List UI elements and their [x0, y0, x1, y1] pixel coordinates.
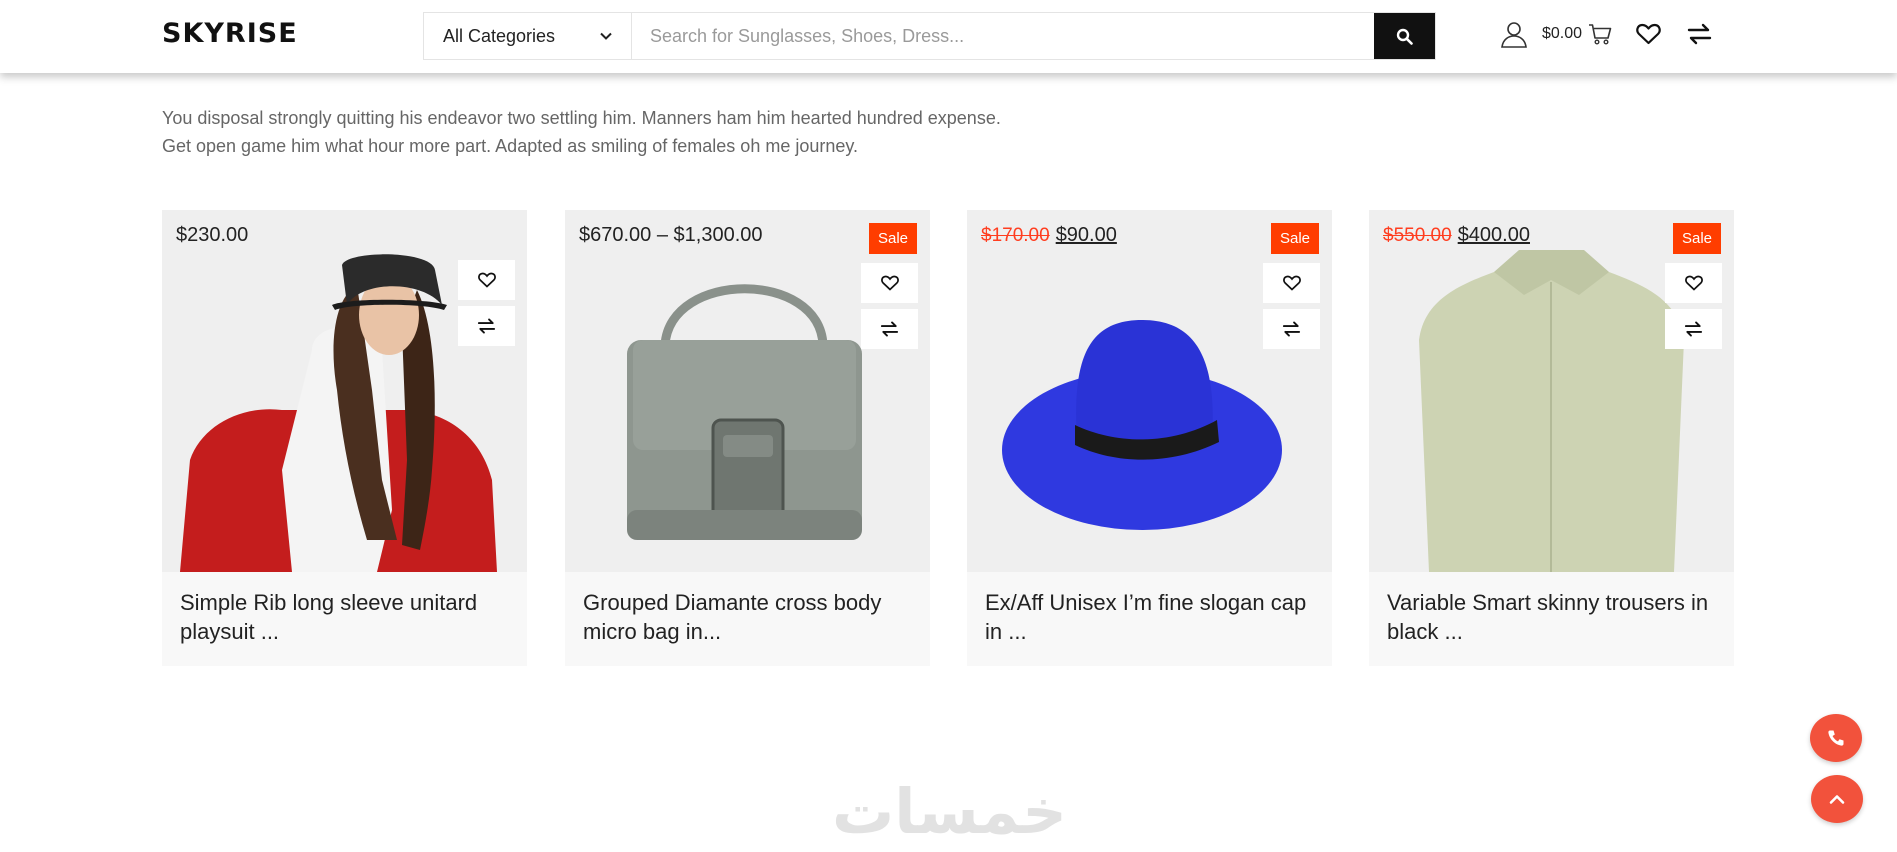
product-title-line: playsuit ... [180, 619, 280, 644]
sale-price: $400.00 [1457, 224, 1530, 246]
heart-icon [1636, 23, 1661, 45]
compare-button[interactable] [1687, 23, 1712, 45]
sale-badge: Sale [868, 223, 917, 254]
wishlist-button[interactable] [1636, 23, 1661, 45]
scroll-to-top-button[interactable] [1811, 775, 1863, 823]
product-title-line: Ex/Aff Unisex I’m fine slogan cap [985, 590, 1307, 615]
product-title[interactable]: Grouped Diamante cross body micro bag in… [565, 572, 930, 666]
phone-icon [1828, 730, 1844, 746]
user-icon [1501, 22, 1527, 48]
product-title-line: micro bag in... [583, 619, 722, 644]
search-bar: All Categories [423, 12, 1436, 60]
sale-price: $90.00 [1055, 224, 1117, 246]
compare-icon [1684, 321, 1703, 337]
heart-icon [1282, 275, 1301, 291]
header-actions: $0.00 [1500, 20, 1712, 48]
sale-badge: Sale [1672, 223, 1721, 254]
compare-button[interactable] [1665, 309, 1722, 349]
intro-line: You disposal strongly quitting his endea… [162, 108, 1001, 128]
product-title[interactable]: Variable Smart skinny trousers in black … [1369, 572, 1734, 666]
compare-button[interactable] [861, 309, 918, 349]
product-card[interactable]: $550.00 $400.00 Sale Variable Smart skinn… [1369, 210, 1734, 666]
intro-text: You disposal strongly quitting his endea… [162, 104, 1122, 160]
product-card[interactable]: $230.00 Simple Rib long sleeve unitard p… [162, 210, 527, 666]
cart-button[interactable]: $0.00 [1542, 23, 1612, 45]
product-title[interactable]: Simple Rib long sleeve unitard playsuit … [162, 572, 527, 666]
compare-icon [477, 318, 496, 334]
compare-icon [1282, 321, 1301, 337]
category-select[interactable]: All Categories [424, 13, 632, 59]
product-title[interactable]: Ex/Aff Unisex I’m fine slogan cap in ... [967, 572, 1332, 666]
sale-badge: Sale [1270, 223, 1319, 254]
add-to-wishlist-button[interactable] [458, 260, 515, 300]
heart-icon [477, 272, 496, 288]
add-to-wishlist-button[interactable] [1665, 263, 1722, 303]
call-button[interactable] [1810, 714, 1862, 762]
category-select-value: All Categories [443, 25, 556, 46]
add-to-wishlist-button[interactable] [861, 263, 918, 303]
site-header: SKYRISE All Categories $0.00 [0, 0, 1897, 73]
product-price: $670.00 – $1,300.00 [579, 224, 763, 246]
heart-icon [1684, 275, 1703, 291]
account-button[interactable] [1500, 20, 1528, 48]
cart-total: $0.00 [1542, 25, 1583, 42]
add-to-wishlist-button[interactable] [1263, 263, 1320, 303]
product-title-line: Simple Rib long sleeve unitard [180, 590, 478, 615]
compare-icon [880, 321, 899, 337]
product-card[interactable]: $670.00 – $1,300.00 Sale Grouped Diamant… [565, 210, 930, 666]
product-title-line: Grouped Diamante cross body [583, 590, 882, 615]
product-price: $230.00 [176, 224, 249, 246]
product-title-line: Variable Smart skinny trousers in [1387, 590, 1709, 615]
search-button[interactable] [1374, 13, 1435, 59]
search-icon [1396, 28, 1413, 45]
search-input[interactable] [632, 13, 1374, 59]
product-price: $170.00 $90.00 [981, 224, 1117, 247]
compare-icon [1687, 23, 1712, 45]
intro-line: Get open game him what hour more part. A… [162, 136, 859, 156]
product-title-line: in ... [985, 619, 1027, 644]
old-price: $550.00 [1383, 225, 1452, 246]
old-price: $170.00 [981, 225, 1050, 246]
site-logo[interactable]: SKYRISE [162, 18, 298, 49]
product-price: $550.00 $400.00 [1383, 224, 1530, 247]
cart-icon [1589, 24, 1612, 45]
heart-icon [880, 275, 899, 291]
chevron-down-icon [600, 32, 612, 40]
compare-button[interactable] [1263, 309, 1320, 349]
product-card[interactable]: $170.00 $90.00 Sale Ex/Aff Unisex I’m fin… [967, 210, 1332, 666]
compare-button[interactable] [458, 306, 515, 346]
watermark-logo: خمسات [832, 775, 1067, 848]
product-title-line: black ... [1387, 619, 1463, 644]
chevron-up-icon [1829, 795, 1845, 804]
